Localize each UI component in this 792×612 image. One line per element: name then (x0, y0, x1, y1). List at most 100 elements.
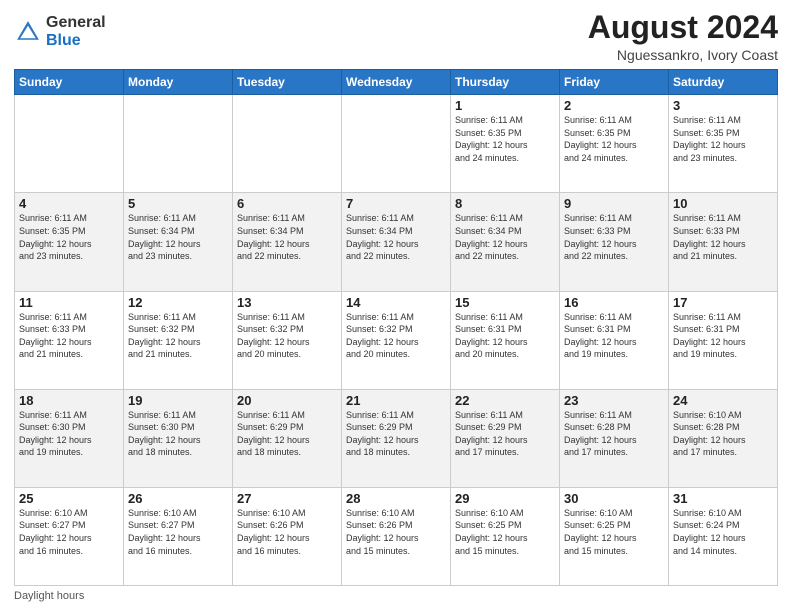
calendar-cell: 10Sunrise: 6:11 AM Sunset: 6:33 PM Dayli… (669, 193, 778, 291)
day-number: 30 (564, 491, 664, 506)
calendar-cell: 6Sunrise: 6:11 AM Sunset: 6:34 PM Daylig… (233, 193, 342, 291)
calendar-cell: 14Sunrise: 6:11 AM Sunset: 6:32 PM Dayli… (342, 291, 451, 389)
calendar-page: General Blue August 2024 Nguessankro, Iv… (0, 0, 792, 612)
day-number: 9 (564, 196, 664, 211)
calendar-cell: 9Sunrise: 6:11 AM Sunset: 6:33 PM Daylig… (560, 193, 669, 291)
day-number: 13 (237, 295, 337, 310)
day-number: 29 (455, 491, 555, 506)
calendar-cell: 4Sunrise: 6:11 AM Sunset: 6:35 PM Daylig… (15, 193, 124, 291)
day-number: 12 (128, 295, 228, 310)
day-info: Sunrise: 6:11 AM Sunset: 6:32 PM Dayligh… (128, 311, 228, 361)
day-info: Sunrise: 6:11 AM Sunset: 6:35 PM Dayligh… (673, 114, 773, 164)
day-number: 5 (128, 196, 228, 211)
day-number: 3 (673, 98, 773, 113)
day-info: Sunrise: 6:11 AM Sunset: 6:32 PM Dayligh… (346, 311, 446, 361)
calendar-subtitle: Nguessankro, Ivory Coast (588, 47, 778, 63)
calendar-cell (124, 95, 233, 193)
day-number: 24 (673, 393, 773, 408)
day-info: Sunrise: 6:11 AM Sunset: 6:31 PM Dayligh… (564, 311, 664, 361)
calendar-cell: 3Sunrise: 6:11 AM Sunset: 6:35 PM Daylig… (669, 95, 778, 193)
calendar-cell: 31Sunrise: 6:10 AM Sunset: 6:24 PM Dayli… (669, 487, 778, 585)
week-row-4: 18Sunrise: 6:11 AM Sunset: 6:30 PM Dayli… (15, 389, 778, 487)
calendar-cell: 16Sunrise: 6:11 AM Sunset: 6:31 PM Dayli… (560, 291, 669, 389)
day-number: 23 (564, 393, 664, 408)
calendar-title: August 2024 (588, 10, 778, 45)
calendar-cell: 19Sunrise: 6:11 AM Sunset: 6:30 PM Dayli… (124, 389, 233, 487)
day-info: Sunrise: 6:11 AM Sunset: 6:29 PM Dayligh… (237, 409, 337, 459)
day-number: 8 (455, 196, 555, 211)
weekday-header-row: SundayMondayTuesdayWednesdayThursdayFrid… (15, 70, 778, 95)
calendar-cell: 5Sunrise: 6:11 AM Sunset: 6:34 PM Daylig… (124, 193, 233, 291)
logo-general: General (46, 14, 106, 31)
day-number: 18 (19, 393, 119, 408)
day-info: Sunrise: 6:11 AM Sunset: 6:35 PM Dayligh… (564, 114, 664, 164)
day-number: 20 (237, 393, 337, 408)
day-info: Sunrise: 6:11 AM Sunset: 6:28 PM Dayligh… (564, 409, 664, 459)
weekday-header-monday: Monday (124, 70, 233, 95)
calendar-cell (15, 95, 124, 193)
logo: General Blue (14, 14, 106, 49)
day-number: 31 (673, 491, 773, 506)
day-info: Sunrise: 6:10 AM Sunset: 6:24 PM Dayligh… (673, 507, 773, 557)
calendar-cell: 27Sunrise: 6:10 AM Sunset: 6:26 PM Dayli… (233, 487, 342, 585)
day-info: Sunrise: 6:11 AM Sunset: 6:35 PM Dayligh… (19, 212, 119, 262)
day-info: Sunrise: 6:11 AM Sunset: 6:34 PM Dayligh… (346, 212, 446, 262)
calendar-cell: 7Sunrise: 6:11 AM Sunset: 6:34 PM Daylig… (342, 193, 451, 291)
day-info: Sunrise: 6:11 AM Sunset: 6:29 PM Dayligh… (455, 409, 555, 459)
logo-blue: Blue (46, 32, 81, 49)
day-number: 28 (346, 491, 446, 506)
day-number: 26 (128, 491, 228, 506)
day-number: 25 (19, 491, 119, 506)
day-info: Sunrise: 6:10 AM Sunset: 6:26 PM Dayligh… (346, 507, 446, 557)
calendar-cell: 30Sunrise: 6:10 AM Sunset: 6:25 PM Dayli… (560, 487, 669, 585)
day-number: 10 (673, 196, 773, 211)
calendar-cell: 23Sunrise: 6:11 AM Sunset: 6:28 PM Dayli… (560, 389, 669, 487)
week-row-5: 25Sunrise: 6:10 AM Sunset: 6:27 PM Dayli… (15, 487, 778, 585)
calendar-cell: 1Sunrise: 6:11 AM Sunset: 6:35 PM Daylig… (451, 95, 560, 193)
calendar-cell: 15Sunrise: 6:11 AM Sunset: 6:31 PM Dayli… (451, 291, 560, 389)
day-number: 16 (564, 295, 664, 310)
day-info: Sunrise: 6:10 AM Sunset: 6:25 PM Dayligh… (455, 507, 555, 557)
calendar-cell: 24Sunrise: 6:10 AM Sunset: 6:28 PM Dayli… (669, 389, 778, 487)
footer-label: Daylight hours (14, 590, 84, 602)
week-row-3: 11Sunrise: 6:11 AM Sunset: 6:33 PM Dayli… (15, 291, 778, 389)
day-number: 27 (237, 491, 337, 506)
day-info: Sunrise: 6:11 AM Sunset: 6:34 PM Dayligh… (128, 212, 228, 262)
day-number: 1 (455, 98, 555, 113)
day-number: 11 (19, 295, 119, 310)
calendar-cell: 26Sunrise: 6:10 AM Sunset: 6:27 PM Dayli… (124, 487, 233, 585)
weekday-header-thursday: Thursday (451, 70, 560, 95)
calendar-cell: 29Sunrise: 6:10 AM Sunset: 6:25 PM Dayli… (451, 487, 560, 585)
day-number: 7 (346, 196, 446, 211)
day-info: Sunrise: 6:10 AM Sunset: 6:27 PM Dayligh… (19, 507, 119, 557)
day-info: Sunrise: 6:11 AM Sunset: 6:33 PM Dayligh… (564, 212, 664, 262)
day-info: Sunrise: 6:11 AM Sunset: 6:31 PM Dayligh… (455, 311, 555, 361)
weekday-header-wednesday: Wednesday (342, 70, 451, 95)
day-info: Sunrise: 6:10 AM Sunset: 6:28 PM Dayligh… (673, 409, 773, 459)
header: General Blue August 2024 Nguessankro, Iv… (14, 10, 778, 63)
calendar-cell (342, 95, 451, 193)
day-number: 17 (673, 295, 773, 310)
day-info: Sunrise: 6:10 AM Sunset: 6:26 PM Dayligh… (237, 507, 337, 557)
calendar-cell: 20Sunrise: 6:11 AM Sunset: 6:29 PM Dayli… (233, 389, 342, 487)
calendar-cell: 21Sunrise: 6:11 AM Sunset: 6:29 PM Dayli… (342, 389, 451, 487)
calendar-cell: 2Sunrise: 6:11 AM Sunset: 6:35 PM Daylig… (560, 95, 669, 193)
day-info: Sunrise: 6:11 AM Sunset: 6:33 PM Dayligh… (673, 212, 773, 262)
calendar-cell: 13Sunrise: 6:11 AM Sunset: 6:32 PM Dayli… (233, 291, 342, 389)
day-number: 14 (346, 295, 446, 310)
day-info: Sunrise: 6:11 AM Sunset: 6:34 PM Dayligh… (455, 212, 555, 262)
footer: Daylight hours (14, 590, 778, 602)
title-area: August 2024 Nguessankro, Ivory Coast (588, 10, 778, 63)
day-number: 22 (455, 393, 555, 408)
day-info: Sunrise: 6:11 AM Sunset: 6:33 PM Dayligh… (19, 311, 119, 361)
day-info: Sunrise: 6:11 AM Sunset: 6:31 PM Dayligh… (673, 311, 773, 361)
calendar-cell: 12Sunrise: 6:11 AM Sunset: 6:32 PM Dayli… (124, 291, 233, 389)
calendar-cell: 28Sunrise: 6:10 AM Sunset: 6:26 PM Dayli… (342, 487, 451, 585)
day-number: 21 (346, 393, 446, 408)
logo-text: General Blue (46, 14, 106, 49)
day-info: Sunrise: 6:10 AM Sunset: 6:25 PM Dayligh… (564, 507, 664, 557)
calendar-table: SundayMondayTuesdayWednesdayThursdayFrid… (14, 69, 778, 586)
day-number: 19 (128, 393, 228, 408)
day-info: Sunrise: 6:11 AM Sunset: 6:30 PM Dayligh… (19, 409, 119, 459)
logo-icon (14, 18, 42, 46)
